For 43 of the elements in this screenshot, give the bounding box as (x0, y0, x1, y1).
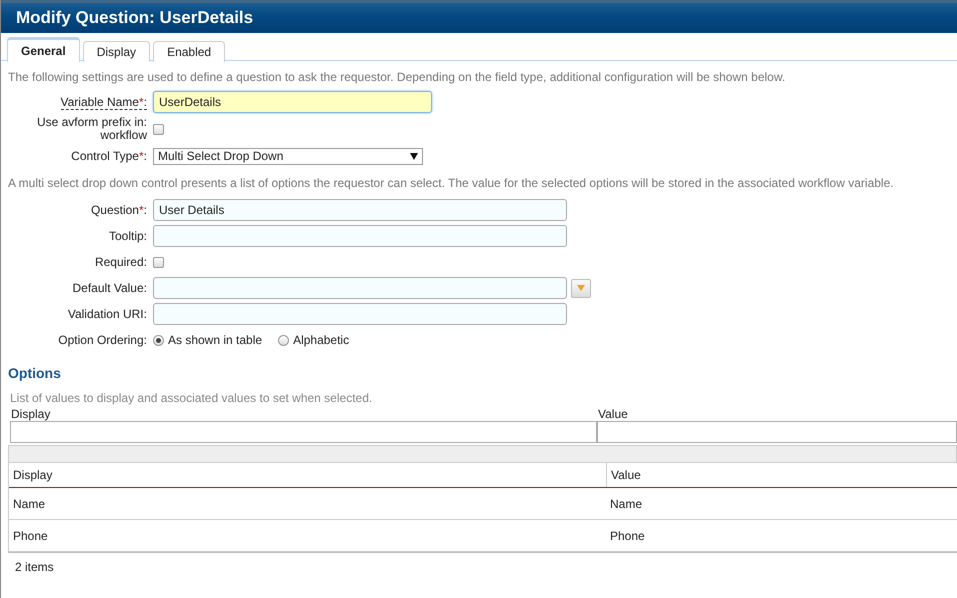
field-label: Variable Name*: (60, 94, 147, 110)
caret-icon (577, 285, 585, 291)
radio-label[interactable]: As shown in table (168, 333, 262, 347)
field-label: Value (597, 407, 629, 421)
tab[interactable]: Display (82, 41, 150, 62)
dropdown[interactable]: Multi Select Drop Down (153, 148, 423, 164)
field-label: Default Value: (72, 280, 147, 294)
section-heading: Options (8, 365, 62, 381)
radio-label[interactable]: Alphabetic (293, 333, 350, 347)
field-label: Required: (94, 254, 147, 268)
description-text: A multi select drop down control presents a list of options the requestor can select. The value for the selected options will be stored in the associated workflow variable. (8, 176, 895, 190)
text-field[interactable]: UserDetails (153, 91, 432, 113)
text-field[interactable]: User Details (153, 199, 567, 221)
table-cell-text: Name (12, 496, 46, 510)
checkbox[interactable] (153, 256, 164, 268)
field-label: Option Ordering: (58, 332, 147, 346)
field-label: Tooltip: (108, 228, 147, 242)
tab[interactable]: Enabled (153, 41, 226, 62)
field-label: Use avform prefix in: workflow (36, 115, 147, 142)
text-field[interactable] (10, 421, 597, 443)
table-cell-text: Phone (609, 528, 646, 542)
caret-icon (410, 152, 418, 160)
table-cell-text: Phone (12, 528, 49, 542)
tab[interactable]: General (7, 37, 80, 62)
checkbox[interactable] (153, 124, 164, 134)
section-hint: List of values to display and associated values to set when selected. (10, 391, 374, 405)
text-field[interactable] (153, 277, 567, 299)
field-label: Control Type*: (71, 148, 147, 162)
lookup-button[interactable] (571, 278, 591, 298)
field-label: Validation URI: (68, 306, 147, 320)
text-field[interactable] (153, 225, 567, 247)
table-cell-text: Name (609, 496, 644, 510)
text-field[interactable] (597, 421, 957, 443)
field-label: Question*: (90, 202, 147, 216)
radio-button[interactable] (278, 334, 290, 346)
radio-button[interactable] (153, 334, 164, 346)
item-count: 2 items (15, 560, 55, 574)
field-label: Display (10, 407, 52, 421)
column-header[interactable]: Value (606, 463, 957, 487)
column-header[interactable]: Display (9, 468, 606, 482)
window-title: Modify Question: UserDetails (1, 0, 957, 33)
intro-text: The following settings are used to define a question to ask the requestor. Depending on the field type, additional configuration will be shown below. (8, 70, 786, 84)
text-field[interactable] (153, 303, 567, 325)
